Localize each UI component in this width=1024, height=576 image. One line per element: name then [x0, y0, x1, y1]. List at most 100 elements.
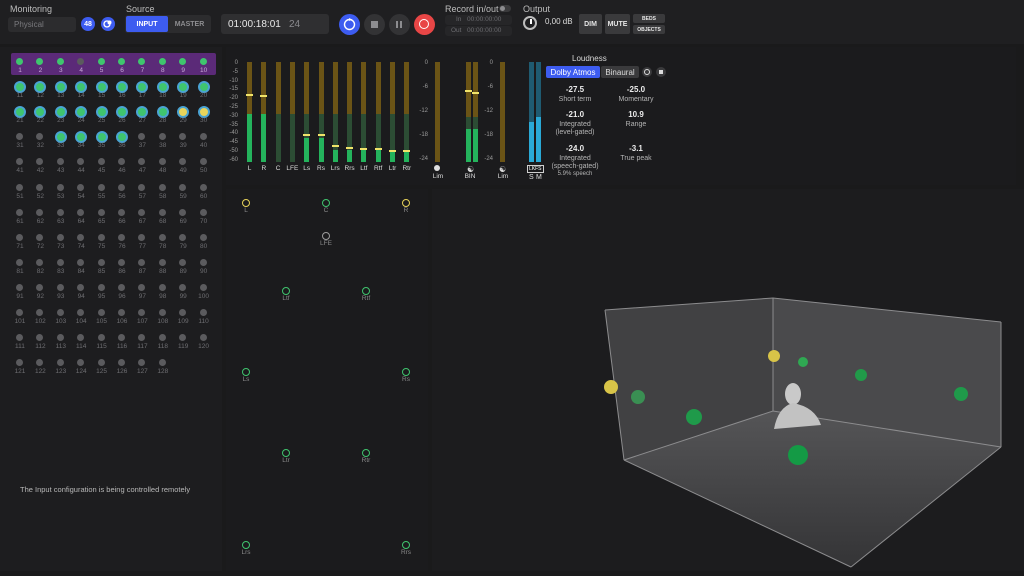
input-channel-121[interactable]: 121 — [11, 357, 31, 377]
input-channel-97[interactable]: 97 — [133, 282, 153, 302]
input-channel-47[interactable]: 47 — [133, 156, 153, 176]
input-channel-51[interactable]: 51 — [11, 182, 31, 202]
input-channel-62[interactable]: 62 — [31, 207, 51, 227]
input-channel-38[interactable]: 38 — [154, 131, 174, 151]
timecode-display[interactable]: 01:00:18:01 24 — [221, 14, 329, 34]
input-channel-42[interactable]: 42 — [31, 156, 51, 176]
input-channel-5[interactable]: 5 — [93, 56, 113, 76]
beds-button[interactable]: BEDS — [633, 14, 665, 23]
input-channel-71[interactable]: 71 — [11, 232, 31, 252]
speaker-Rrs[interactable] — [402, 541, 410, 549]
loudness-tab-dolby[interactable]: Dolby Atmos — [546, 66, 600, 78]
input-channel-23[interactable]: 23 — [52, 106, 72, 126]
input-channel-94[interactable]: 94 — [72, 282, 92, 302]
input-channel-95[interactable]: 95 — [93, 282, 113, 302]
input-channel-55[interactable]: 55 — [93, 182, 113, 202]
input-channel-21[interactable]: 21 — [11, 106, 31, 126]
speaker-R[interactable] — [402, 199, 410, 207]
input-channel-100[interactable]: 100 — [195, 282, 215, 302]
speaker-L[interactable] — [242, 199, 250, 207]
input-channel-3[interactable]: 3 — [52, 56, 72, 76]
input-channel-112[interactable]: 112 — [31, 332, 51, 352]
input-channel-118[interactable]: 118 — [154, 332, 174, 352]
input-channel-10[interactable]: 10 — [195, 56, 215, 76]
stop-button[interactable] — [364, 14, 385, 35]
input-channel-89[interactable]: 89 — [174, 257, 194, 277]
input-channel-22[interactable]: 22 — [31, 106, 51, 126]
objects-button[interactable]: OBJECTS — [633, 25, 665, 34]
input-channel-58[interactable]: 58 — [154, 182, 174, 202]
input-channel-48[interactable]: 48 — [154, 156, 174, 176]
input-channel-43[interactable]: 43 — [52, 156, 72, 176]
input-channel-8[interactable]: 8 — [154, 56, 174, 76]
input-channel-122[interactable]: 122 — [31, 357, 51, 377]
input-channel-98[interactable]: 98 — [154, 282, 174, 302]
input-channel-85[interactable]: 85 — [93, 257, 113, 277]
input-channel-66[interactable]: 66 — [113, 207, 133, 227]
input-channel-61[interactable]: 61 — [11, 207, 31, 227]
loudness-tab-binaural[interactable]: Binaural — [601, 66, 639, 78]
input-channel-79[interactable]: 79 — [174, 232, 194, 252]
source-input-button[interactable]: INPUT — [126, 16, 168, 32]
input-channel-15[interactable]: 15 — [93, 81, 113, 101]
input-channel-29[interactable]: 29 — [174, 106, 194, 126]
input-channel-52[interactable]: 52 — [31, 182, 51, 202]
input-channel-9[interactable]: 9 — [174, 56, 194, 76]
input-channel-124[interactable]: 124 — [72, 357, 92, 377]
input-channel-57[interactable]: 57 — [133, 182, 153, 202]
input-channel-101[interactable]: 101 — [11, 307, 31, 327]
input-channel-84[interactable]: 84 — [72, 257, 92, 277]
input-channel-13[interactable]: 13 — [52, 81, 72, 101]
input-channel-74[interactable]: 74 — [72, 232, 92, 252]
input-channel-28[interactable]: 28 — [154, 106, 174, 126]
loudness-reset-icon[interactable] — [642, 67, 652, 77]
input-channel-37[interactable]: 37 — [133, 131, 153, 151]
input-channel-104[interactable]: 104 — [72, 307, 92, 327]
record-inout-toggle[interactable] — [499, 5, 511, 12]
input-channel-106[interactable]: 106 — [113, 307, 133, 327]
input-channel-4[interactable]: 4 — [72, 56, 92, 76]
input-channel-34[interactable]: 34 — [72, 131, 92, 151]
input-channel-56[interactable]: 56 — [113, 182, 133, 202]
input-channel-78[interactable]: 78 — [154, 232, 174, 252]
input-channel-33[interactable]: 33 — [52, 131, 72, 151]
channel-count-badge[interactable]: 48 — [81, 17, 95, 31]
input-channel-59[interactable]: 59 — [174, 182, 194, 202]
input-channel-116[interactable]: 116 — [113, 332, 133, 352]
input-channel-82[interactable]: 82 — [31, 257, 51, 277]
input-channel-80[interactable]: 80 — [195, 232, 215, 252]
input-channel-86[interactable]: 86 — [113, 257, 133, 277]
input-channel-81[interactable]: 81 — [11, 257, 31, 277]
input-channel-24[interactable]: 24 — [72, 106, 92, 126]
speaker-LFE[interactable] — [322, 232, 330, 240]
input-channel-35[interactable]: 35 — [93, 131, 113, 151]
input-channel-88[interactable]: 88 — [154, 257, 174, 277]
input-channel-120[interactable]: 120 — [195, 332, 215, 352]
input-channel-77[interactable]: 77 — [133, 232, 153, 252]
input-channel-90[interactable]: 90 — [195, 257, 215, 277]
output-knob[interactable] — [523, 16, 537, 30]
input-channel-108[interactable]: 108 — [154, 307, 174, 327]
mute-button[interactable]: MUTE — [605, 14, 630, 34]
input-channel-107[interactable]: 107 — [133, 307, 153, 327]
input-channel-20[interactable]: 20 — [195, 81, 215, 101]
input-channel-25[interactable]: 25 — [93, 106, 113, 126]
source-master-button[interactable]: MASTER — [169, 16, 210, 32]
input-channel-102[interactable]: 102 — [31, 307, 51, 327]
input-channel-68[interactable]: 68 — [154, 207, 174, 227]
link-icon[interactable] — [101, 17, 115, 31]
input-channel-105[interactable]: 105 — [93, 307, 113, 327]
input-channel-111[interactable]: 111 — [11, 332, 31, 352]
input-channel-39[interactable]: 39 — [174, 131, 194, 151]
input-channel-17[interactable]: 17 — [133, 81, 153, 101]
input-channel-1[interactable]: 1 — [11, 56, 31, 76]
input-channel-110[interactable]: 110 — [195, 307, 215, 327]
input-channel-128[interactable]: 128 — [154, 357, 174, 377]
input-channel-50[interactable]: 50 — [195, 156, 215, 176]
input-channel-114[interactable]: 114 — [72, 332, 92, 352]
speaker-Lrs[interactable] — [242, 541, 250, 549]
input-channel-115[interactable]: 115 — [93, 332, 113, 352]
input-channel-87[interactable]: 87 — [133, 257, 153, 277]
input-channel-36[interactable]: 36 — [113, 131, 133, 151]
input-channel-75[interactable]: 75 — [93, 232, 113, 252]
